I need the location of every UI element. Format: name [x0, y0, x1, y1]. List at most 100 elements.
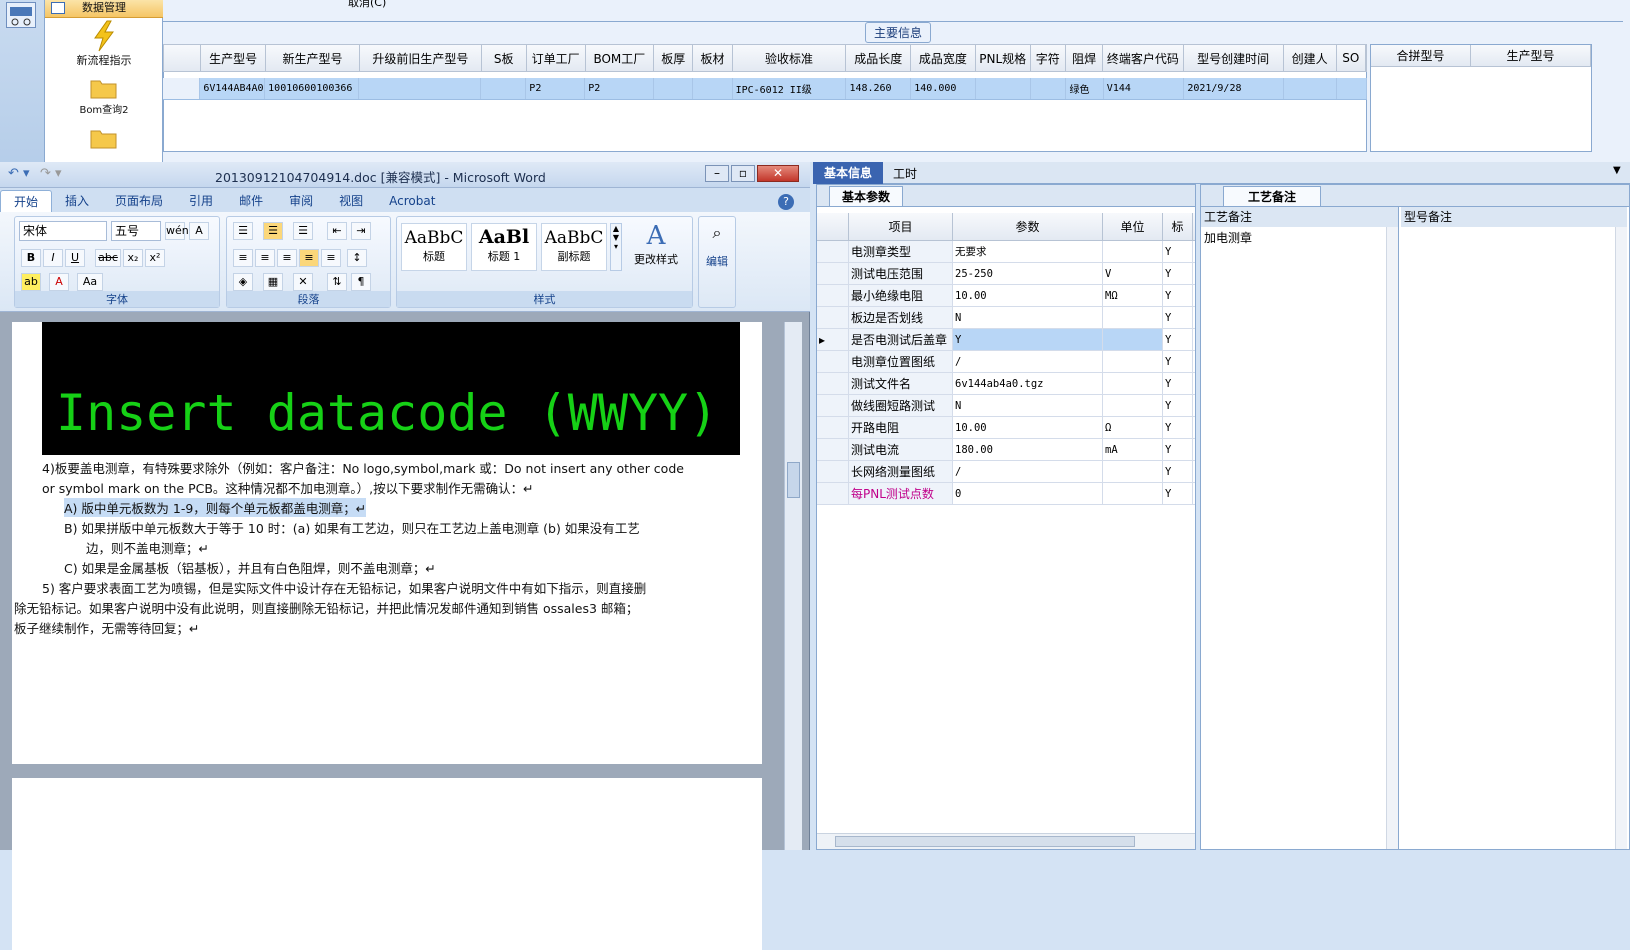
grid-col-header[interactable]: 生产型号	[201, 45, 266, 71]
style-subtitle[interactable]: AaBbC 副标题	[541, 223, 607, 271]
distribute-icon[interactable]: ≡	[321, 249, 341, 267]
col-header-flag[interactable]: 标	[1163, 213, 1193, 240]
param-flag[interactable]: Y	[1163, 351, 1193, 372]
param-flag[interactable]: Y	[1163, 395, 1193, 416]
grid-col-header[interactable]: S板	[482, 45, 527, 71]
param-unit[interactable]: mA	[1103, 439, 1163, 460]
change-styles-button[interactable]: A 更改样式	[625, 221, 687, 267]
table-row[interactable]: 长网络测量图纸 / Y	[817, 461, 1195, 483]
help-icon[interactable]: ?	[778, 194, 794, 210]
note-scrollbar[interactable]	[1615, 227, 1627, 849]
param-flag[interactable]: Y	[1163, 263, 1193, 284]
param-value[interactable]: 无要求	[953, 241, 1103, 262]
col-header-value[interactable]: 参数	[953, 213, 1103, 240]
table-row[interactable]: 开路电阻 10.00 Ω Y	[817, 417, 1195, 439]
param-item[interactable]: 开路电阻	[849, 417, 953, 438]
table-row[interactable]: 每PNL测试点数 0 Y	[817, 483, 1195, 505]
font-color-icon[interactable]: A	[49, 273, 69, 291]
table-row[interactable]: 电测章位置图纸 / Y	[817, 351, 1195, 373]
tool-folder[interactable]	[45, 125, 163, 155]
param-flag[interactable]: Y	[1163, 373, 1193, 394]
param-item[interactable]: 做线圈短路测试	[849, 395, 953, 416]
sort-icon[interactable]: ⇅	[327, 273, 347, 291]
table-row[interactable]: 做线圈短路测试 N Y	[817, 395, 1195, 417]
param-flag[interactable]: Y	[1163, 241, 1193, 262]
param-item[interactable]: 电测章类型	[849, 241, 953, 262]
param-value[interactable]: 6v144ab4a0.tgz	[953, 373, 1103, 394]
table-row[interactable]: 电测章类型 无要求 Y	[817, 241, 1195, 263]
borders-icon[interactable]: ▦	[263, 273, 283, 291]
close-icon[interactable]: ✕	[757, 165, 799, 182]
param-value[interactable]: N	[953, 395, 1103, 416]
param-value[interactable]: Y	[953, 329, 1103, 350]
param-unit[interactable]	[1103, 483, 1163, 504]
param-item[interactable]: 最小绝缘电阻	[849, 285, 953, 306]
param-value[interactable]: 10.00	[953, 417, 1103, 438]
param-flag[interactable]: Y	[1163, 417, 1193, 438]
param-item[interactable]: 是否电测试后盖章	[849, 329, 953, 350]
tab-work-hours[interactable]: 工时	[893, 165, 917, 182]
shading-icon[interactable]: ◈	[233, 273, 253, 291]
param-value[interactable]: 0	[953, 483, 1103, 504]
grid-cell[interactable]: 绿色	[1066, 78, 1104, 99]
table-row[interactable]: 测试电压范围 25-250 V Y	[817, 263, 1195, 285]
tab-2[interactable]: 页面布局	[102, 190, 176, 212]
grid-col-header[interactable]: 型号创建时间	[1184, 45, 1284, 71]
param-item[interactable]: 板边是否划线	[849, 307, 953, 328]
grid-col-header[interactable]: 订单工厂	[527, 45, 586, 71]
show-marks-icon[interactable]: ¶	[351, 273, 371, 291]
table-row[interactable]: 最小绝缘电阻 10.00 MΩ Y	[817, 285, 1195, 307]
col-header-unit[interactable]: 单位	[1103, 213, 1163, 240]
chevron-down-icon[interactable]: ▼	[1613, 165, 1621, 176]
bullets-icon[interactable]: ☰	[233, 222, 253, 240]
line-spacing-icon[interactable]: ↕	[347, 249, 367, 267]
tab-5[interactable]: 审阅	[276, 190, 326, 212]
numbering-icon[interactable]: ☰	[263, 222, 283, 240]
font-name-select[interactable]: 宋体	[19, 221, 107, 241]
merge-col-header[interactable]: 生产型号	[1471, 45, 1591, 66]
grid-col-header[interactable]: 升级前旧生产型号	[360, 45, 482, 71]
grid-cell[interactable]: IPC-6012 II级	[733, 78, 847, 99]
phonetic-guide-icon[interactable]: wén	[165, 222, 189, 240]
table-row[interactable]: ▸ 是否电测试后盖章 Y Y	[817, 329, 1195, 351]
grid-cell[interactable]	[976, 78, 1032, 99]
param-flag[interactable]: Y	[1163, 439, 1193, 460]
param-flag[interactable]: Y	[1163, 307, 1193, 328]
undo-icon[interactable]: ↶ ▾	[8, 166, 30, 181]
grid-cell[interactable]	[1284, 78, 1338, 99]
scroll-thumb[interactable]	[835, 836, 1135, 847]
col-header-item[interactable]: 项目	[849, 213, 953, 240]
tab-6[interactable]: 视图	[326, 190, 376, 212]
param-unit[interactable]	[1103, 461, 1163, 482]
merge-col-header[interactable]: 合拼型号	[1371, 45, 1471, 66]
grid-cell[interactable]	[1337, 78, 1367, 99]
grid-cell[interactable]: 10010600100366	[265, 78, 360, 99]
asian-layout-icon[interactable]: ✕	[293, 273, 313, 291]
tool-new-flow[interactable]: 新流程指示	[45, 20, 163, 70]
gamepad-icon[interactable]	[6, 2, 36, 28]
param-unit[interactable]	[1103, 351, 1163, 372]
craft-notes-tab[interactable]: 工艺备注	[1223, 186, 1322, 206]
param-unit[interactable]	[1103, 395, 1163, 416]
strikethrough-button[interactable]: abc	[95, 249, 121, 267]
grid-col-header[interactable]: 新生产型号	[266, 45, 361, 71]
param-flag[interactable]: Y	[1163, 483, 1193, 504]
param-flag[interactable]: Y	[1163, 461, 1193, 482]
table-row[interactable]: 测试文件名 6v144ab4a0.tgz Y	[817, 373, 1195, 395]
param-value[interactable]: 180.00	[953, 439, 1103, 460]
grid-cell[interactable]	[654, 78, 694, 99]
edit-group[interactable]: ⌕ 编辑	[698, 216, 736, 308]
grid-col-header[interactable]: 字符	[1031, 45, 1066, 71]
doc-scrollbar[interactable]	[784, 322, 802, 850]
restore-icon[interactable]: ▫	[731, 165, 755, 182]
scroll-thumb[interactable]	[787, 462, 800, 498]
multilevel-list-icon[interactable]: ☰	[293, 222, 313, 240]
tool-bom-query[interactable]: Bom查询2	[45, 75, 163, 121]
grid-cell[interactable]: P2	[585, 78, 654, 99]
superscript-button[interactable]: x²	[145, 249, 165, 267]
param-value[interactable]: N	[953, 307, 1103, 328]
tab-4[interactable]: 邮件	[226, 190, 276, 212]
grid-col-header[interactable]: 验收标准	[733, 45, 847, 71]
highlight-icon[interactable]: ab	[21, 273, 41, 291]
grid-col-header[interactable]: 阻焊	[1066, 45, 1104, 71]
